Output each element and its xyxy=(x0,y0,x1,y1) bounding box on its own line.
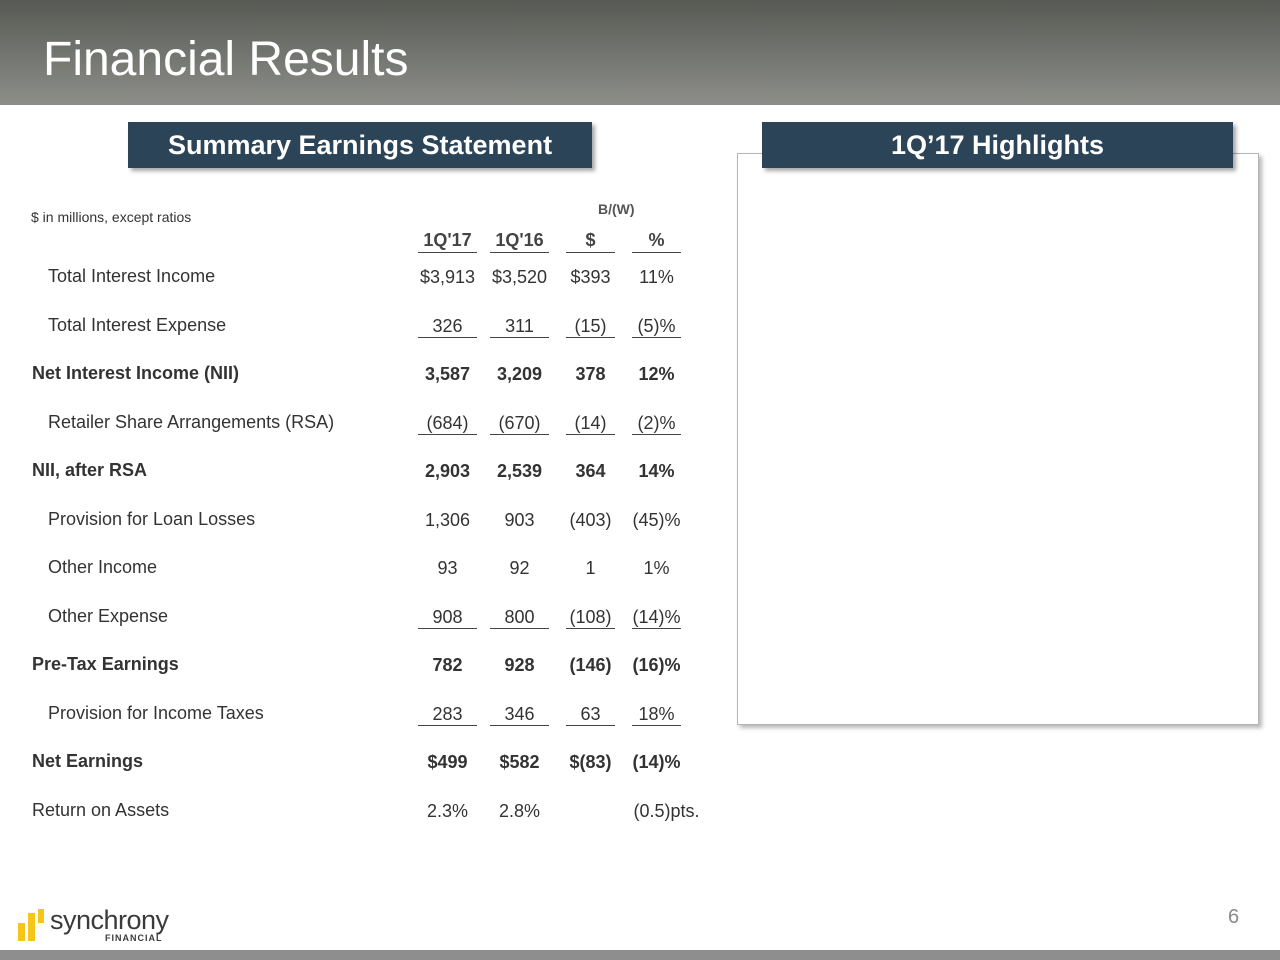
table-cell: (2)% xyxy=(632,412,681,435)
table-cell: (684) xyxy=(418,412,477,435)
header-bar: Financial Results xyxy=(0,0,1280,105)
table-cell: 908 xyxy=(418,606,477,629)
page-title: Financial Results xyxy=(43,33,409,86)
table-cell: 93 xyxy=(437,558,458,578)
table-cell: 1% xyxy=(643,558,670,578)
table-cell: 311 xyxy=(490,315,549,338)
table-cell: 11% xyxy=(639,267,674,287)
table-cell: 63 xyxy=(566,703,615,726)
table-cell: (146) xyxy=(569,655,612,675)
logo-bars-icon xyxy=(18,909,44,941)
logo-subtext: FINANCIAL xyxy=(105,933,163,943)
table-cell: 782 xyxy=(432,655,463,675)
table-cell: (14) xyxy=(566,412,615,435)
logo-wordmark: synchrony xyxy=(50,905,169,935)
table-row-label: Net Interest Income (NII) xyxy=(32,363,240,383)
table-cell: 1,306 xyxy=(424,510,471,530)
table-cell: (5)% xyxy=(632,315,681,338)
table-cell: 800 xyxy=(490,606,549,629)
table-cell: (0.5)pts. xyxy=(633,801,700,821)
highlights-panel xyxy=(737,153,1259,725)
table-cell: (16)% xyxy=(632,655,681,675)
table-cell: 378 xyxy=(575,364,606,384)
column-header-1q17: 1Q'17 xyxy=(418,230,477,253)
table-row-label: Provision for Income Taxes xyxy=(48,703,264,723)
better-worse-label: B/(W) xyxy=(598,201,635,217)
table-cell: 283 xyxy=(418,703,477,726)
column-header-dollar-change: $ xyxy=(566,230,615,253)
synchrony-logo: synchrony FINANCIAL xyxy=(18,905,178,945)
table-cell: 1 xyxy=(585,558,596,578)
table-cell: $582 xyxy=(499,752,540,772)
table-cell: (403) xyxy=(569,510,612,530)
table-row-label: Pre-Tax Earnings xyxy=(32,654,179,674)
footer-bar xyxy=(0,950,1280,960)
table-cell: $3,913 xyxy=(419,267,476,287)
table-row-label: Other Income xyxy=(48,557,158,577)
table-row-label: Total Interest Expense xyxy=(48,315,227,335)
table-cell: 2,903 xyxy=(424,461,471,481)
highlights-banner: 1Q’17 Highlights xyxy=(762,122,1233,168)
table-row-label: Other Expense xyxy=(48,606,169,626)
table-cell: 903 xyxy=(504,510,535,530)
table-cell: (14)% xyxy=(632,607,681,629)
table-cell: (45)% xyxy=(632,510,681,530)
table-cell: 3,587 xyxy=(424,364,471,384)
table-cell xyxy=(566,800,615,822)
table-cell: 14% xyxy=(638,461,675,481)
table-cell: 326 xyxy=(418,315,477,338)
table-cell: (670) xyxy=(490,412,549,435)
table-cell: 928 xyxy=(504,655,535,675)
column-header-1q16: 1Q'16 xyxy=(490,230,549,253)
table-row-label: Retailer Share Arrangements (RSA) xyxy=(48,412,335,432)
table-cell: 18% xyxy=(632,703,681,726)
table-row-label: Total Interest Income xyxy=(48,266,216,286)
table-cell: 2,539 xyxy=(496,461,543,481)
table-row-label: Net Earnings xyxy=(32,751,144,771)
table-cell: 12% xyxy=(638,364,675,384)
table-cell: 3,209 xyxy=(496,364,543,384)
table-cell: (14)% xyxy=(632,752,681,772)
units-note: $ in millions, except ratios xyxy=(31,209,192,225)
table-cell: 346 xyxy=(490,703,549,726)
table-cell: 2.8% xyxy=(498,801,541,821)
table-cell: $393 xyxy=(570,267,611,287)
table-cell: 2.3% xyxy=(426,801,469,821)
table-cell: 92 xyxy=(509,558,530,578)
summary-earnings-banner: Summary Earnings Statement xyxy=(128,122,592,168)
table-cell: $(83) xyxy=(569,752,612,772)
table-cell: 364 xyxy=(575,461,606,481)
page-number: 6 xyxy=(1228,906,1240,928)
table-row-label: NII, after RSA xyxy=(32,460,148,480)
table-cell: $499 xyxy=(427,752,468,772)
table-row-label: Provision for Loan Losses xyxy=(48,509,256,529)
table-cell: (15) xyxy=(566,315,615,338)
column-header-percent-change: % xyxy=(632,230,681,253)
table-row-label: Return on Assets xyxy=(32,800,170,820)
table-cell: (108) xyxy=(566,606,615,629)
table-cell: $3,520 xyxy=(491,267,548,287)
